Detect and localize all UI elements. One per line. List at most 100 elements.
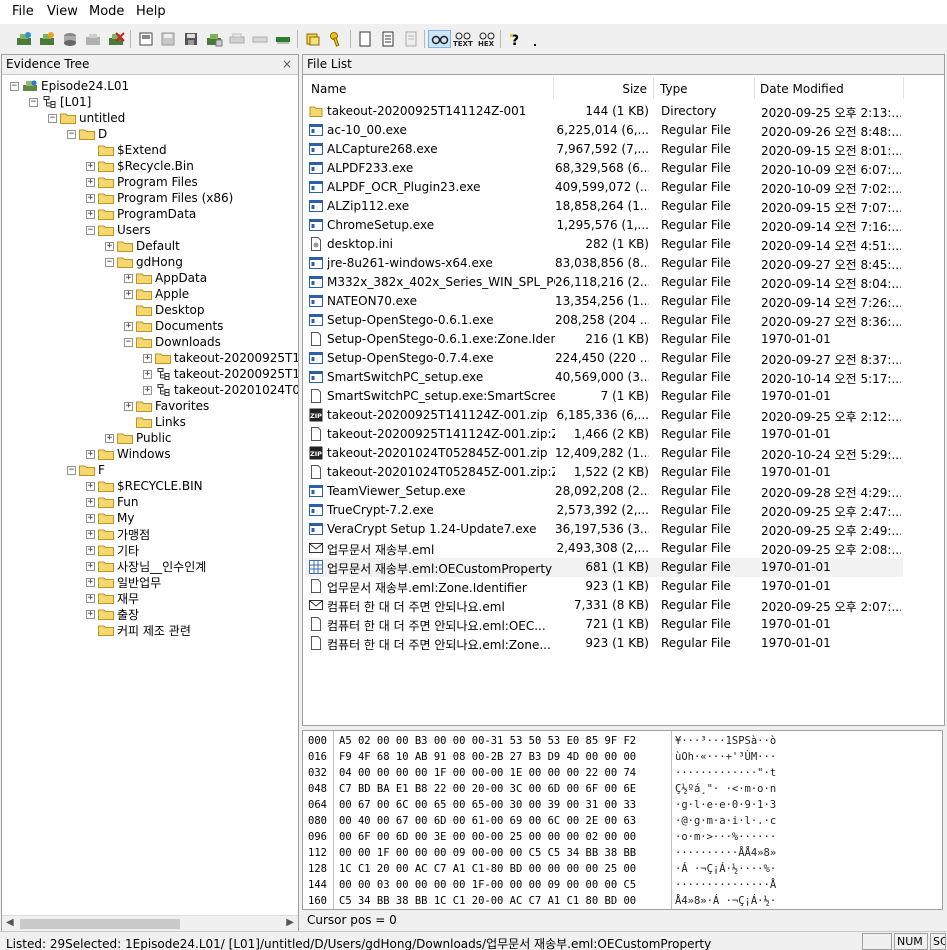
- text-file-icon[interactable]: [378, 30, 398, 48]
- menu-view[interactable]: View: [47, 4, 78, 19]
- file-row[interactable]: ZIP takeout-20200925T141124Z-001.zip 6,185…: [305, 406, 903, 425]
- dropdown-icon[interactable]: [528, 30, 542, 48]
- file-row[interactable]: takeout-20200925T141124Z-001.zip:Z... 1,4…: [305, 425, 903, 444]
- expand-icon[interactable]: +: [86, 193, 95, 203]
- tree-node[interactable]: − Users: [86, 222, 151, 238]
- expand-icon[interactable]: +: [86, 577, 95, 587]
- tree-node[interactable]: + takeout-20200925T141: [143, 350, 298, 366]
- remove-all-icon[interactable]: [106, 30, 126, 48]
- file-row[interactable]: jre-8u261-windows-x64.exe 83,038,856 (8..…: [305, 254, 903, 273]
- expand-icon[interactable]: +: [124, 289, 133, 299]
- expand-icon[interactable]: +: [124, 401, 133, 411]
- file-row[interactable]: TrueCrypt-7.2.exe 2,573,392 (2,... Regular…: [305, 501, 903, 520]
- tree-node[interactable]: + Program Files: [86, 174, 198, 190]
- file-row[interactable]: NATEON70.exe 13,354,256 (1... Regular File…: [305, 292, 903, 311]
- tree-node[interactable]: + $RECYCLE.BIN: [86, 478, 203, 494]
- tree-node[interactable]: + My: [86, 510, 134, 526]
- expand-icon[interactable]: +: [86, 177, 95, 187]
- tree-node[interactable]: + 일반업무: [86, 574, 161, 590]
- memory-icon[interactable]: [273, 30, 293, 48]
- expand-icon[interactable]: +: [86, 545, 95, 555]
- collapse-icon[interactable]: −: [10, 81, 19, 91]
- file-row[interactable]: M332x_382x_402x_Series_WIN_SPL_PCL... 26,…: [305, 273, 903, 292]
- tree-node[interactable]: + Apple: [124, 286, 189, 302]
- menu-help[interactable]: Help: [136, 4, 166, 19]
- add-evidence-icon[interactable]: [14, 30, 34, 48]
- text-view-icon[interactable]: TEXT: [452, 30, 474, 48]
- file-row[interactable]: VeraCrypt Setup 1.24-Update7.exe 36,197,5…: [305, 520, 903, 539]
- tree-node[interactable]: + ProgramData: [86, 206, 196, 222]
- scroll-right-icon[interactable]: ▶: [286, 917, 294, 928]
- tree-node[interactable]: − Episode24.L01: [10, 78, 129, 94]
- add-all-evidence-icon[interactable]: [37, 30, 57, 48]
- expand-icon[interactable]: +: [86, 481, 95, 491]
- collapse-icon[interactable]: −: [67, 465, 76, 475]
- expand-icon[interactable]: +: [105, 241, 114, 251]
- column-size[interactable]: Size: [603, 82, 647, 96]
- expand-icon[interactable]: +: [124, 273, 133, 283]
- print-icon[interactable]: [227, 30, 247, 48]
- image-drive-icon[interactable]: [250, 30, 270, 48]
- collapse-icon[interactable]: −: [29, 97, 38, 107]
- tree-node[interactable]: $Extend: [86, 142, 167, 158]
- file-row[interactable]: TeamViewer_Setup.exe 28,092,208 (2... Regu…: [305, 482, 903, 501]
- collapse-icon[interactable]: −: [124, 337, 133, 347]
- file-row[interactable]: ALCapture268.exe 7,967,592 (7,... Regular …: [305, 140, 903, 159]
- hex-viewer[interactable]: 000 A5 02 00 00 B3 00 00 00-31 53 50 53 E…: [302, 730, 943, 910]
- file-row[interactable]: Setup-OpenStego-0.6.1.exe 208,258 (204 ..…: [305, 311, 903, 330]
- file-row[interactable]: takeout-20201024T052845Z-001.zip:Z... 1,5…: [305, 463, 903, 482]
- tree-node[interactable]: + 기타: [86, 542, 139, 558]
- tree-node[interactable]: Links: [124, 414, 186, 430]
- evidence-view-icon[interactable]: [428, 30, 451, 48]
- tree-node[interactable]: − untitled: [48, 110, 125, 126]
- menu-file[interactable]: File: [12, 4, 34, 19]
- expand-icon[interactable]: +: [86, 593, 95, 603]
- column-date-modified[interactable]: Date Modified: [760, 82, 844, 96]
- file-row[interactable]: ChromeSetup.exe 1,295,576 (1,... Regular F…: [305, 216, 903, 235]
- expand-icon[interactable]: +: [86, 209, 95, 219]
- tree-node[interactable]: − gdHong: [105, 254, 183, 270]
- expand-icon[interactable]: +: [86, 449, 95, 459]
- file-row[interactable]: SmartSwitchPC_setup.exe 40,569,000 (3... R…: [305, 368, 903, 387]
- image-file-icon[interactable]: [60, 30, 80, 48]
- expand-icon[interactable]: +: [86, 609, 95, 619]
- expand-icon[interactable]: +: [86, 561, 95, 571]
- save-icon[interactable]: [158, 30, 178, 48]
- tree-node[interactable]: + 재무: [86, 590, 139, 606]
- file-row[interactable]: ALPDF233.exe 68,329,568 (6... Regular File…: [305, 159, 903, 178]
- mount-icon[interactable]: [303, 30, 323, 48]
- expand-icon[interactable]: +: [86, 513, 95, 523]
- expand-icon[interactable]: +: [86, 497, 95, 507]
- tree-node[interactable]: Desktop: [124, 302, 205, 318]
- tree-node[interactable]: − F: [67, 462, 105, 478]
- file-row[interactable]: SmartSwitchPC_setup.exe:SmartScreen 7 (1 …: [305, 387, 903, 406]
- collapse-icon[interactable]: −: [105, 257, 114, 267]
- export-files-icon[interactable]: [181, 30, 201, 48]
- tree-node[interactable]: + $Recycle.Bin: [86, 158, 194, 174]
- tree-node[interactable]: − Downloads: [124, 334, 221, 350]
- expand-icon[interactable]: +: [124, 321, 133, 331]
- tree-node[interactable]: − D: [67, 126, 107, 142]
- scroll-left-icon[interactable]: ◀: [6, 917, 14, 928]
- file-row[interactable]: 업무문서 재송부.eml 2,493,308 (2,... Regular File…: [305, 539, 903, 558]
- tree-node[interactable]: + Default: [105, 238, 180, 254]
- file-row[interactable]: desktop.ini 282 (1 KB) Regular File 2020-09…: [305, 235, 903, 254]
- horizontal-scrollbar[interactable]: ◀ ▶: [2, 915, 298, 931]
- export-folder-icon[interactable]: [204, 30, 224, 48]
- scrollbar-thumb[interactable]: [20, 919, 180, 929]
- file-icon[interactable]: [355, 30, 375, 48]
- tree-node[interactable]: + takeout-20200925T141: [143, 366, 298, 382]
- file-row[interactable]: ZIP takeout-20201024T052845Z-001.zip 12,40…: [305, 444, 903, 463]
- expand-icon[interactable]: +: [105, 433, 114, 443]
- file-row[interactable]: Setup-OpenStego-0.7.4.exe 224,450 (220 ..…: [305, 349, 903, 368]
- tree-node[interactable]: + 사장님__인수인계: [86, 558, 206, 574]
- tree-node[interactable]: − [L01]: [29, 94, 91, 110]
- tree-node[interactable]: + 가맹점: [86, 526, 150, 542]
- remove-evidence-icon[interactable]: [83, 30, 103, 48]
- collapse-icon[interactable]: −: [86, 225, 95, 235]
- file-row[interactable]: takeout-20200925T141124Z-001 144 (1 KB) Di…: [305, 102, 903, 121]
- file-row[interactable]: 컴퓨터 한 대 더 주면 안되나요.eml:Zone... 923 (1 KB) R…: [305, 634, 903, 653]
- file-row[interactable]: ac-10_00.exe 6,225,014 (6,... Regular File…: [305, 121, 903, 140]
- collapse-icon[interactable]: −: [48, 113, 57, 123]
- report-icon[interactable]: [401, 30, 421, 48]
